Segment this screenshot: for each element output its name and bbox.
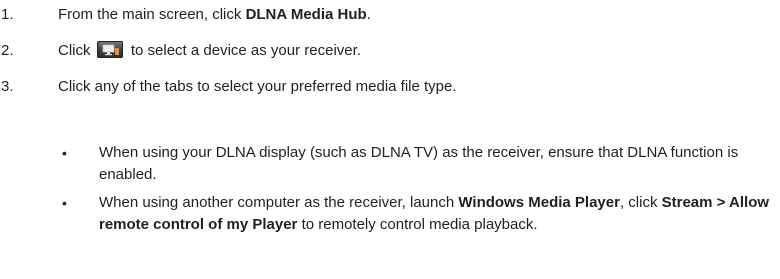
note-text-part: to remotely control media playback. xyxy=(297,216,538,233)
step-text-part: . xyxy=(366,6,371,23)
note-text-part: When using another computer as the recei… xyxy=(99,194,459,211)
menu-item-name: DLNA Media Hub xyxy=(245,6,367,23)
step-text: Click any of the tabs to select your pre… xyxy=(58,78,457,95)
step-text: From the main screen, click DLNA Media H… xyxy=(58,5,371,25)
step-text: Click to select a device as your receive… xyxy=(58,41,361,61)
step-2: 2. Click to select a device as your rece… xyxy=(0,41,780,61)
step-number: 3. xyxy=(1,78,14,95)
note-text: When using your DLNA display (such as DL… xyxy=(99,144,739,183)
step-text-part: Click xyxy=(58,42,95,59)
page: { "steps": [ { "number": "1.", "before":… xyxy=(0,0,780,279)
device-select-icon xyxy=(96,41,123,58)
step-text-part: From the main screen, click xyxy=(58,6,246,23)
app-name: Windows Media Player xyxy=(458,194,620,211)
step-3: 3. Click any of the tabs to select your … xyxy=(0,77,780,97)
bullet: • xyxy=(62,145,67,161)
note-text-part: , click xyxy=(619,194,662,211)
bullet: • xyxy=(62,195,67,211)
step-number: 2. xyxy=(1,42,14,59)
note-text: When using another computer as the recei… xyxy=(99,192,779,236)
step-text-part: to select a device as your receiver. xyxy=(126,42,361,59)
step-number: 1. xyxy=(1,6,14,23)
step-1: 1. From the main screen, click DLNA Medi… xyxy=(0,5,780,25)
